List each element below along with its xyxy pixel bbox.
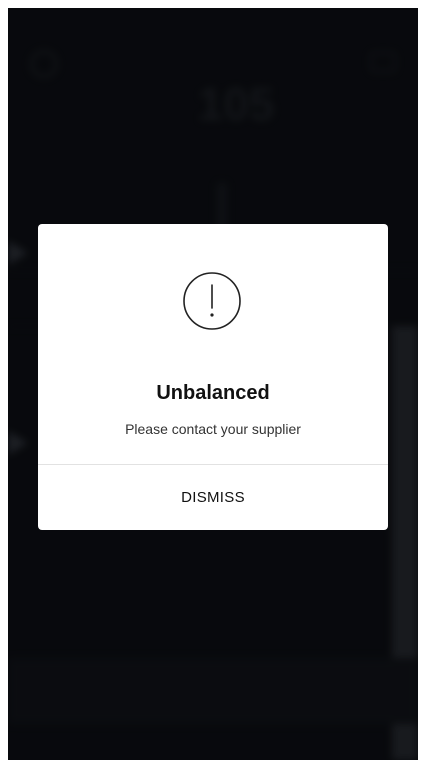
alert-dialog: Unbalanced Please contact your supplier …: [38, 224, 388, 530]
dialog-title: Unbalanced: [156, 382, 270, 404]
dialog-message: Please contact your supplier: [125, 421, 301, 437]
exclamation-circle-icon: [183, 272, 241, 330]
dismiss-button[interactable]: DISMISS: [38, 465, 388, 530]
